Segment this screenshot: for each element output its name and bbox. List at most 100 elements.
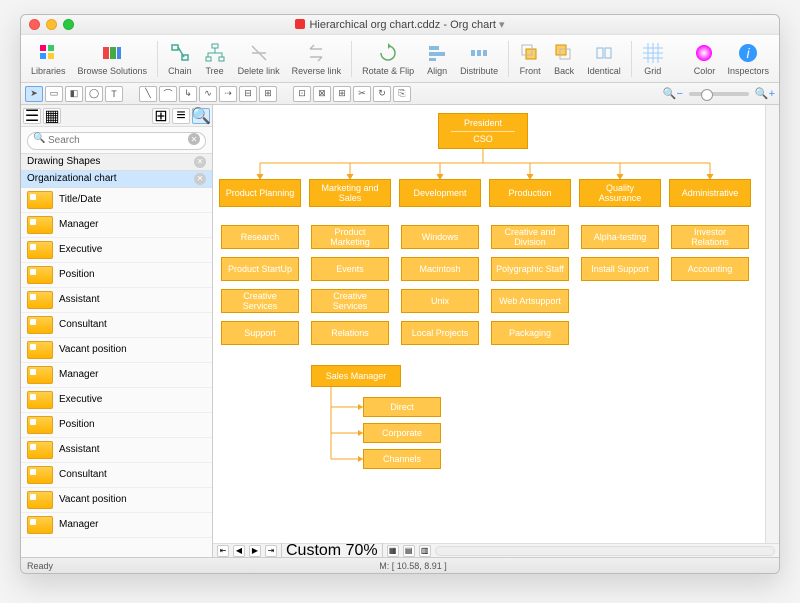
lock-tool[interactable]: ⊞ xyxy=(333,86,351,102)
libraries-button[interactable]: Libraries xyxy=(27,42,70,76)
ungroup-tool[interactable]: ⊠ xyxy=(313,86,331,102)
shape-item[interactable]: Vacant position xyxy=(21,488,212,513)
shape-item[interactable]: Manager xyxy=(21,213,212,238)
org-chart-node[interactable]: Windows xyxy=(401,225,479,249)
org-chart-node[interactable]: Sales Manager xyxy=(311,365,401,387)
connector-tool[interactable]: ↳ xyxy=(179,86,197,102)
group-tool[interactable]: ⊡ xyxy=(293,86,311,102)
shape-item[interactable]: Title/Date xyxy=(21,188,212,213)
layout-mode-1[interactable]: ▦ xyxy=(387,545,399,557)
org-chart-node[interactable]: Install Support xyxy=(581,257,659,281)
org-chart-node[interactable]: Product Marketing xyxy=(311,225,389,249)
route-tool[interactable]: ⊟ xyxy=(239,86,257,102)
close-category-icon[interactable]: ✕ xyxy=(194,156,206,168)
layout-mode-2[interactable]: ▤ xyxy=(403,545,415,557)
org-chart-node[interactable]: Unix xyxy=(401,289,479,313)
close-category-icon[interactable]: ✕ xyxy=(194,173,206,185)
org-chart-node[interactable]: Polygraphic Staff xyxy=(491,257,569,281)
arc-tool[interactable]: ⌒ xyxy=(159,86,177,102)
shape-item[interactable]: Manager xyxy=(21,513,212,538)
page-last-button[interactable]: ⇥ xyxy=(265,545,277,557)
org-chart-node[interactable]: Local Projects xyxy=(401,321,479,345)
rotate-flip-button[interactable]: Rotate & Flip xyxy=(358,42,418,76)
inspectors-button[interactable]: iInspectors xyxy=(723,42,773,76)
panel-grid-view[interactable]: ⊞ xyxy=(152,108,170,124)
page-first-button[interactable]: ⇤ xyxy=(217,545,229,557)
text-tool[interactable]: T xyxy=(105,86,123,102)
shape-item[interactable]: Manager xyxy=(21,363,212,388)
org-chart-node[interactable]: Marketing and Sales xyxy=(309,179,391,207)
close-window-button[interactable] xyxy=(29,19,40,30)
shape-list[interactable]: Title/DateManagerExecutivePositionAssist… xyxy=(21,188,212,558)
layout-mode-3[interactable]: ▥ xyxy=(419,545,431,557)
spline-tool[interactable]: ∿ xyxy=(199,86,217,102)
org-chart-node[interactable]: Creative Services xyxy=(311,289,389,313)
branch-tool[interactable]: ⊞ xyxy=(259,86,277,102)
chain-button[interactable]: Chain xyxy=(164,42,196,76)
org-chart-node[interactable]: Quality Assurance xyxy=(579,179,661,207)
identical-button[interactable]: Identical xyxy=(583,42,625,76)
shape-item[interactable]: Position xyxy=(21,263,212,288)
delete-link-button[interactable]: Delete link xyxy=(234,42,284,76)
link-tool[interactable]: ⎘ xyxy=(393,86,411,102)
panel-toggle-1[interactable]: ☰ xyxy=(23,108,41,124)
org-chart-node[interactable]: Investor Relations xyxy=(671,225,749,249)
drawing-canvas[interactable]: PresidentCSO Product Planning Marketing an… xyxy=(213,105,765,543)
search-input[interactable] xyxy=(27,132,206,150)
align-button[interactable]: Align xyxy=(422,42,452,76)
reverse-link-button[interactable]: Reverse link xyxy=(288,42,346,76)
org-chart-node[interactable]: Alpha-testing xyxy=(581,225,659,249)
shape-item[interactable]: Executive xyxy=(21,238,212,263)
zoom-in-icon[interactable]: 🔍+ xyxy=(755,87,775,100)
smart-connector-tool[interactable]: ⇢ xyxy=(219,86,237,102)
org-chart-node[interactable]: Channels xyxy=(363,449,441,469)
org-chart-node[interactable]: Web Artsupport xyxy=(491,289,569,313)
org-chart-node[interactable]: Events xyxy=(311,257,389,281)
category-drawing-shapes[interactable]: Drawing Shapes✕ xyxy=(21,154,212,171)
minimize-window-button[interactable] xyxy=(46,19,57,30)
org-chart-node[interactable]: Relations xyxy=(311,321,389,345)
rect-tool[interactable]: ◧ xyxy=(65,86,83,102)
org-chart-node[interactable]: Development xyxy=(399,179,481,207)
page-prev-button[interactable]: ◀ xyxy=(233,545,245,557)
panel-search-toggle[interactable]: 🔍 xyxy=(192,108,210,124)
org-chart-node[interactable]: Product Planning xyxy=(219,179,301,207)
distribute-button[interactable]: Distribute xyxy=(456,42,502,76)
front-button[interactable]: Front xyxy=(515,42,545,76)
org-chart-node[interactable]: Accounting xyxy=(671,257,749,281)
org-chart-node[interactable]: PresidentCSO xyxy=(438,113,528,149)
panel-toggle-2[interactable]: ▦ xyxy=(43,108,61,124)
org-chart-node[interactable]: Support xyxy=(221,321,299,345)
org-chart-node[interactable]: Direct xyxy=(363,397,441,417)
org-chart-node[interactable]: Corporate xyxy=(363,423,441,443)
org-chart-node[interactable]: Packaging xyxy=(491,321,569,345)
org-chart-node[interactable]: Product StartUp xyxy=(221,257,299,281)
category-org-chart[interactable]: Organizational chart✕ xyxy=(21,171,212,188)
shape-item[interactable]: Consultant xyxy=(21,463,212,488)
ellipse-tool[interactable]: ◯ xyxy=(85,86,103,102)
pointer-tool[interactable]: ➤ xyxy=(25,86,43,102)
shape-item[interactable]: Position xyxy=(21,413,212,438)
browse-solutions-button[interactable]: Browse Solutions xyxy=(74,42,152,76)
zoom-slider[interactable] xyxy=(689,92,749,96)
vertical-scrollbar[interactable] xyxy=(765,105,779,543)
rotate-tool[interactable]: ↻ xyxy=(373,86,391,102)
back-button[interactable]: Back xyxy=(549,42,579,76)
org-chart-node[interactable]: Creative Services xyxy=(221,289,299,313)
crop-tool[interactable]: ✂ xyxy=(353,86,371,102)
shape-item[interactable]: Assistant xyxy=(21,288,212,313)
org-chart-node[interactable]: Creative and Division xyxy=(491,225,569,249)
zoom-window-button[interactable] xyxy=(63,19,74,30)
zoom-out-icon[interactable]: 🔍− xyxy=(663,87,683,100)
shape-item[interactable]: Consultant xyxy=(21,313,212,338)
org-chart-node[interactable]: Macintosh xyxy=(401,257,479,281)
org-chart-node[interactable]: Research xyxy=(221,225,299,249)
page-next-button[interactable]: ▶ xyxy=(249,545,261,557)
line-tool[interactable]: ╲ xyxy=(139,86,157,102)
shape-item[interactable]: Vacant position xyxy=(21,338,212,363)
org-chart-node[interactable]: Production xyxy=(489,179,571,207)
panel-list-view[interactable]: ≡ xyxy=(172,108,190,124)
shape-item[interactable]: Executive xyxy=(21,388,212,413)
shape-item[interactable]: Assistant xyxy=(21,438,212,463)
horizontal-scrollbar[interactable] xyxy=(435,546,775,556)
